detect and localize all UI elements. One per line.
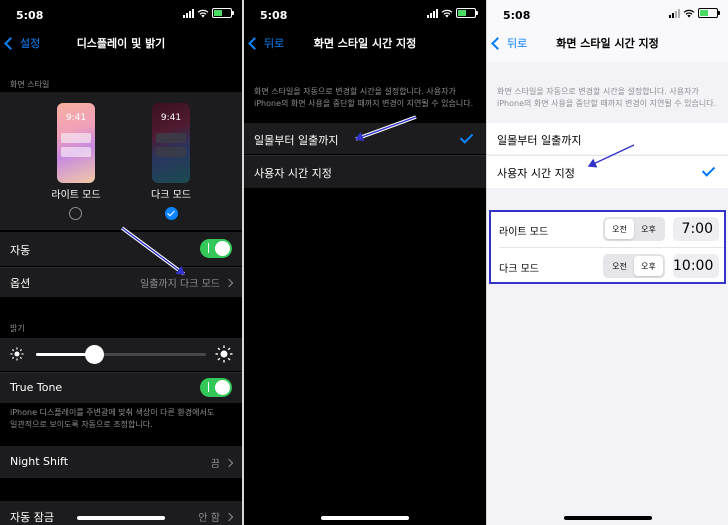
display-brightness-screen: 5:08 설정 디스플레이 및 밝기 화면 스타일 9:41 라이트 모드 9:…: [0, 0, 242, 525]
schedule-screen-dark: 5:08 뒤로 화면 스타일 시간 지정 화면 스타일을 자동으로 변경할 시간…: [244, 0, 486, 525]
annotation-arrow: [354, 115, 417, 142]
annotation-arrow: [587, 144, 635, 168]
annotation-arrow: [120, 226, 186, 276]
schedule-screen-light: 5:08 뒤로 화면 스타일 시간 지정 화면 스타일을 자동으로 변경할 시간…: [487, 0, 728, 525]
screenshot-collage: 5:08 설정 디스플레이 및 밝기 화면 스타일 9:41 라이트 모드 9:…: [0, 0, 728, 525]
